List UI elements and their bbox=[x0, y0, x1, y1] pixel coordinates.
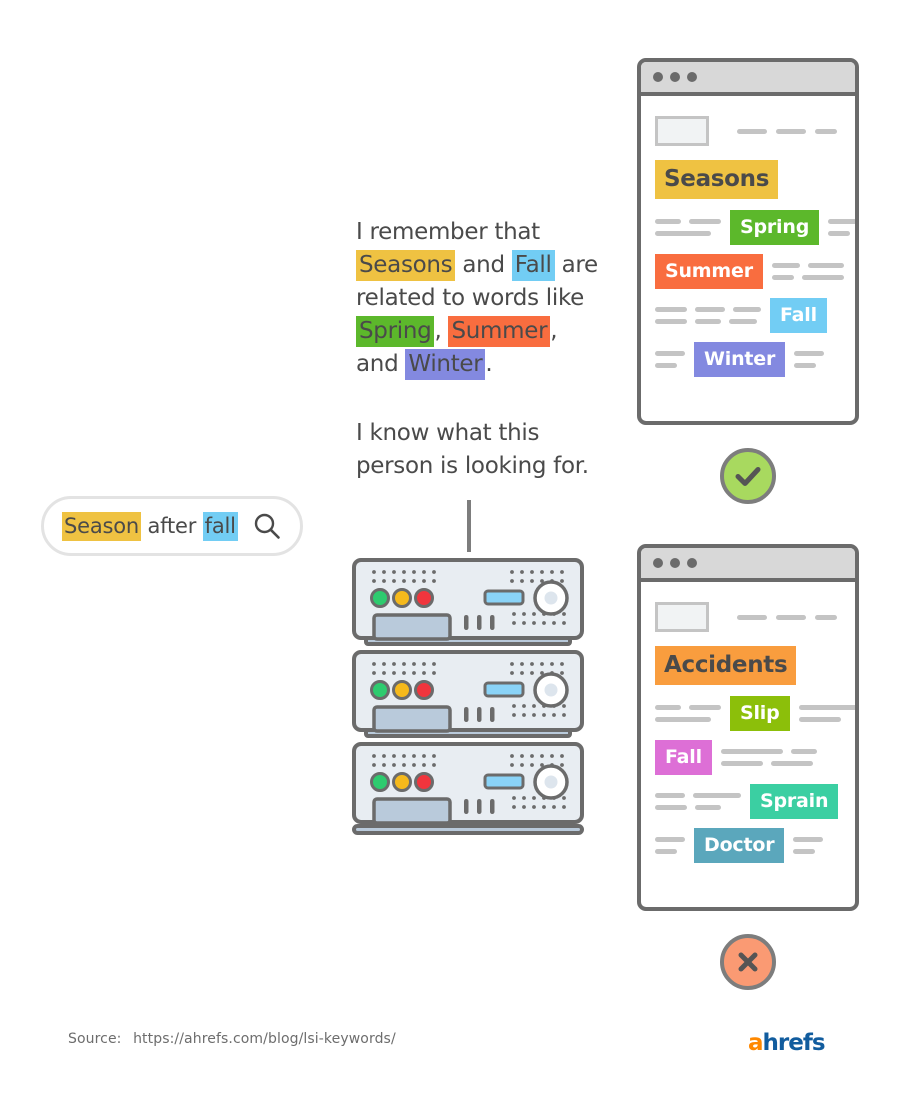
placeholder-lines-right bbox=[771, 263, 844, 280]
footer-source: Source: https://ahrefs.com/blog/lsi-keyw… bbox=[68, 1031, 396, 1047]
status-badge-rejected bbox=[720, 934, 776, 990]
logo-text: hrefs bbox=[762, 1030, 826, 1056]
status-led-yellow bbox=[392, 588, 412, 608]
server-display bbox=[483, 589, 525, 606]
related-keyword-chip[interactable]: Summer bbox=[655, 254, 763, 289]
search-term-segment: after bbox=[141, 514, 203, 538]
status-led-green bbox=[370, 680, 390, 700]
placeholder-lines-left bbox=[655, 307, 761, 324]
window-dot-maximize-icon[interactable] bbox=[687, 558, 697, 568]
related-keyword-chip[interactable]: Fall bbox=[655, 740, 712, 775]
highlighted-term: Winter bbox=[405, 349, 486, 380]
window-dot-close-icon[interactable] bbox=[653, 558, 663, 568]
highlighted-term: Fall bbox=[511, 250, 555, 281]
status-led-red bbox=[414, 772, 434, 792]
server-unit bbox=[352, 742, 584, 830]
search-icon[interactable] bbox=[252, 511, 282, 541]
narrative-paragraph-2: I know what this person is looking for. bbox=[356, 420, 589, 479]
window-dot-close-icon[interactable] bbox=[653, 72, 663, 82]
placeholder-lines-left bbox=[655, 793, 741, 810]
result-row: Winter bbox=[655, 342, 841, 377]
source-label: Source: bbox=[68, 1031, 122, 1047]
connector-line bbox=[467, 500, 471, 552]
search-results-list: Accidents Slip Fall Sprain Doctor bbox=[641, 582, 855, 907]
related-keyword-chip[interactable]: Winter bbox=[694, 342, 786, 377]
placeholder-lines-right bbox=[793, 837, 824, 854]
search-term-segment: fall bbox=[202, 512, 238, 541]
result-row: Fall bbox=[655, 298, 841, 333]
server-unit bbox=[352, 650, 584, 738]
result-title-chip[interactable]: Accidents bbox=[655, 646, 797, 685]
result-header bbox=[655, 602, 841, 632]
result-rows-container: Slip Fall Sprain Doctor bbox=[655, 696, 855, 863]
result-title-chip[interactable]: Seasons bbox=[655, 160, 779, 199]
server-unit bbox=[352, 558, 584, 646]
narrative-text: I remember that bbox=[356, 219, 540, 245]
result-header bbox=[655, 116, 841, 146]
search-results-list: Seasons Spring Summer Fall Winter bbox=[641, 96, 855, 421]
narrative-text: , bbox=[434, 318, 449, 344]
related-keyword-chip[interactable]: Slip bbox=[730, 696, 790, 731]
close-icon bbox=[738, 952, 758, 972]
browser-titlebar bbox=[641, 62, 855, 96]
status-led-red bbox=[414, 680, 434, 700]
narrative-paragraph-1: I remember that Seasons and Fall are rel… bbox=[356, 216, 606, 381]
placeholder-lines-left bbox=[655, 219, 721, 236]
browser-window-accidents[interactable]: Accidents Slip Fall Sprain Doctor bbox=[637, 544, 859, 911]
result-rows-container: Spring Summer Fall Winter bbox=[655, 210, 855, 377]
result-row: Sprain bbox=[655, 784, 841, 819]
window-dot-minimize-icon[interactable] bbox=[670, 558, 680, 568]
search-input[interactable]: Season after fall bbox=[62, 512, 246, 541]
related-keyword-chip[interactable]: Sprain bbox=[750, 784, 839, 819]
result-row: Summer bbox=[655, 254, 844, 289]
placeholder-lines-right bbox=[828, 219, 855, 236]
search-term-segment: Season bbox=[62, 512, 142, 541]
narrative-text: and bbox=[455, 252, 512, 278]
related-keyword-chip[interactable]: Doctor bbox=[694, 828, 785, 863]
narrative-text: . bbox=[485, 351, 493, 377]
thumbnail-placeholder bbox=[655, 116, 709, 146]
highlighted-term: Spring bbox=[356, 316, 435, 347]
result-row: Doctor bbox=[655, 828, 841, 863]
status-led-green bbox=[370, 772, 390, 792]
search-box[interactable]: Season after fall bbox=[41, 496, 303, 556]
browser-window-seasons[interactable]: Seasons Spring Summer Fall Winter bbox=[637, 58, 859, 425]
drive-bay bbox=[372, 705, 452, 733]
status-led-green bbox=[370, 588, 390, 608]
result-row: Fall bbox=[655, 740, 841, 775]
placeholder-lines-left bbox=[655, 351, 685, 368]
placeholder-lines-right bbox=[798, 705, 855, 722]
highlighted-term: Summer bbox=[448, 316, 551, 347]
placeholder-lines-right bbox=[720, 749, 817, 766]
header-placeholder-lines bbox=[737, 128, 837, 134]
logo-accent-letter: a bbox=[748, 1030, 764, 1056]
result-row: Slip bbox=[655, 696, 855, 731]
server-display bbox=[483, 773, 525, 790]
server-rack-icon bbox=[352, 558, 584, 836]
thumbnail-placeholder bbox=[655, 602, 709, 632]
placeholder-lines-left bbox=[655, 837, 685, 854]
related-keyword-chip[interactable]: Spring bbox=[730, 210, 820, 245]
drive-bay bbox=[372, 613, 452, 641]
header-placeholder-lines bbox=[737, 614, 837, 620]
placeholder-lines-left bbox=[655, 705, 721, 722]
status-led-yellow bbox=[392, 772, 412, 792]
placeholder-lines-right bbox=[794, 351, 825, 368]
server-display bbox=[483, 681, 525, 698]
browser-titlebar bbox=[641, 548, 855, 582]
check-icon bbox=[735, 467, 761, 486]
status-led-yellow bbox=[392, 680, 412, 700]
status-led-red bbox=[414, 588, 434, 608]
source-url[interactable]: https://ahrefs.com/blog/lsi-keywords/ bbox=[133, 1031, 396, 1047]
highlighted-term: Seasons bbox=[356, 250, 456, 281]
ahrefs-logo: ahrefs bbox=[748, 1030, 826, 1056]
related-keyword-chip[interactable]: Fall bbox=[770, 298, 827, 333]
window-dot-minimize-icon[interactable] bbox=[670, 72, 680, 82]
status-badge-approved bbox=[720, 448, 776, 504]
window-dot-maximize-icon[interactable] bbox=[687, 72, 697, 82]
drive-bay bbox=[372, 797, 452, 825]
result-row: Spring bbox=[655, 210, 855, 245]
